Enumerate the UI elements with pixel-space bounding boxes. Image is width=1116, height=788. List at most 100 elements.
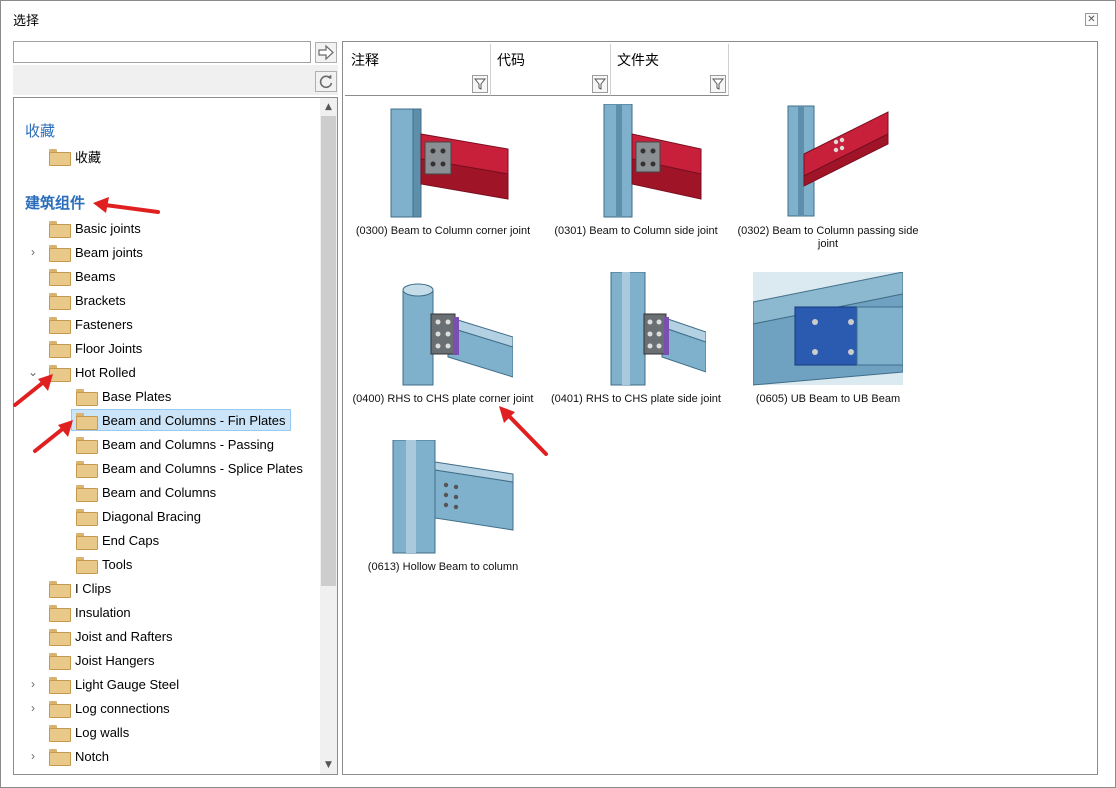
tree-item-label: Brackets (75, 292, 126, 308)
folder-icon (49, 724, 71, 742)
tree-item-label: Insulation (75, 604, 131, 620)
gallery-item[interactable]: (0613) Hollow Beam to column (345, 440, 541, 574)
item-caption: (0300) Beam to Column corner joint (355, 225, 531, 237)
tree-item[interactable]: Diagonal Bracing (76, 505, 201, 527)
tree-item-label: 收藏 (75, 149, 102, 165)
item-caption: (0401) RHS to CHS plate side joint (551, 393, 721, 405)
left-pane: 收藏 收藏 建筑组件 Basic joints › Beam joints Beams… (13, 41, 338, 775)
tree-item-label: Diagonal Bracing (102, 508, 202, 524)
tree-item[interactable]: Brackets (49, 289, 126, 311)
folder-icon (76, 556, 98, 574)
tree-item[interactable]: Beam and Columns - Splice Plates (76, 457, 303, 479)
filter-icon (711, 78, 725, 90)
folder-icon (49, 604, 71, 622)
scroll-up-icon[interactable]: ▲ (320, 98, 337, 116)
filter-button[interactable] (472, 75, 488, 93)
folder-icon (49, 364, 71, 382)
tree-item-label: Joist and Rafters (75, 628, 173, 644)
column-label: 文件夹 (617, 53, 659, 69)
beam-column-corner-red-icon (390, 108, 509, 218)
tree-item-label: Tools (102, 556, 133, 572)
column-label: 代码 (497, 53, 525, 69)
gallery-item[interactable]: (0605) UB Beam to UB Beam (733, 272, 923, 406)
column-header-notes[interactable]: 注释 (345, 44, 491, 96)
column-header-code[interactable]: 代码 (491, 44, 611, 96)
tree-item-label: Fasteners (75, 316, 133, 332)
folder-icon (49, 700, 71, 718)
gallery-item[interactable]: (0301) Beam to Column side joint (543, 104, 729, 238)
filter-button[interactable] (710, 75, 726, 93)
refresh-button[interactable] (315, 71, 337, 92)
search-input[interactable] (13, 41, 311, 63)
tree-item[interactable]: Joist Hangers (49, 649, 154, 671)
tree-item-label: Beam joints (75, 244, 143, 260)
tree-item[interactable]: Beam and Columns - Fin Plates (71, 409, 291, 431)
folder-icon (76, 412, 98, 430)
column-label: 注释 (351, 53, 379, 69)
tree-item-label: Beams (75, 268, 116, 284)
close-icon: ✕ (1087, 14, 1096, 25)
item-caption: (0605) UB Beam to UB Beam (755, 393, 901, 405)
title-bar: 选择 ✕ (1, 1, 1115, 37)
components-header[interactable]: 建筑组件 (25, 192, 85, 213)
chevron-right-icon[interactable]: › (27, 701, 39, 715)
tree-item[interactable]: Joist and Rafters (49, 625, 173, 647)
component-tree[interactable]: 收藏 收藏 建筑组件 Basic joints › Beam joints Beams… (13, 97, 338, 775)
gallery-item[interactable]: (0302) Beam to Column passing side joint (733, 104, 923, 251)
tree-item[interactable]: › Notch (31, 745, 109, 767)
filter-icon (473, 78, 487, 90)
tree-scrollbar[interactable]: ▲ ▼ (320, 98, 337, 774)
tree-item[interactable]: Fasteners (49, 313, 133, 335)
favorites-header[interactable]: 收藏 (25, 120, 55, 141)
rhs-chs-corner-icon (402, 283, 513, 386)
tree-item[interactable]: › Light Gauge Steel (31, 673, 179, 695)
tree-item-label: Log walls (75, 724, 130, 740)
folder-icon (49, 268, 71, 286)
tree-item[interactable]: Basic joints (49, 217, 141, 239)
gallery-item[interactable]: (0400) RHS to CHS plate corner joint (345, 272, 541, 406)
folder-icon (49, 580, 71, 598)
tree-item[interactable]: › Beam joints (31, 241, 143, 263)
tree-item-label: Beam and Columns - Splice Plates (102, 460, 303, 476)
scroll-thumb[interactable] (321, 116, 336, 586)
tree-item[interactable]: Log walls (49, 721, 129, 743)
scroll-down-icon[interactable]: ▼ (320, 756, 337, 774)
folder-icon (49, 340, 71, 358)
tree-item[interactable]: Insulation (49, 601, 131, 623)
tree-item[interactable]: Base Plates (76, 385, 171, 407)
item-caption: (0613) Hollow Beam to column (367, 561, 519, 573)
tree-item[interactable]: End Caps (76, 529, 159, 551)
hollow-beam-column-icon (392, 440, 514, 554)
tree-item[interactable]: Tools (76, 553, 132, 575)
tree-item[interactable]: Floor Joints (49, 337, 142, 359)
filter-button[interactable] (592, 75, 608, 93)
folder-icon (49, 220, 71, 238)
tree-item-label: I Clips (75, 580, 112, 596)
chevron-right-icon[interactable]: › (27, 677, 39, 691)
folder-icon (76, 388, 98, 406)
gallery-item[interactable]: (0401) RHS to CHS plate side joint (543, 272, 729, 406)
gallery-item[interactable]: (0300) Beam to Column corner joint (345, 104, 541, 238)
chevron-right-icon[interactable]: › (27, 245, 39, 259)
folder-icon (76, 484, 98, 502)
folder-icon (49, 148, 71, 166)
column-header-folder[interactable]: 文件夹 (611, 44, 729, 96)
close-button[interactable]: ✕ (1085, 13, 1098, 26)
refresh-icon (319, 74, 333, 89)
tree-item-label: Beam and Columns (102, 484, 217, 500)
tree-item[interactable]: ⌄ Hot Rolled (28, 361, 136, 383)
tree-item-label: Notch (75, 748, 109, 764)
tree-item[interactable]: › Log connections (31, 697, 170, 719)
tree-item-favorites[interactable]: 收藏 (49, 145, 101, 167)
chevron-down-icon[interactable]: ⌄ (27, 365, 39, 379)
beam-column-passing-red-icon (787, 105, 889, 217)
folder-icon (49, 748, 71, 766)
tree-item[interactable]: Beam and Columns (76, 481, 216, 503)
tree-item[interactable]: Beam and Columns - Passing (76, 433, 274, 455)
chevron-right-icon[interactable]: › (27, 749, 39, 763)
tree-item[interactable]: I Clips (49, 577, 111, 599)
tree-item[interactable]: Beams (49, 265, 115, 287)
select-dialog: 选择 ✕ 收藏 收藏 建筑组件 Basic joints › Beam joints… (0, 0, 1116, 788)
search-go-button[interactable] (315, 42, 337, 63)
folder-icon (49, 316, 71, 334)
